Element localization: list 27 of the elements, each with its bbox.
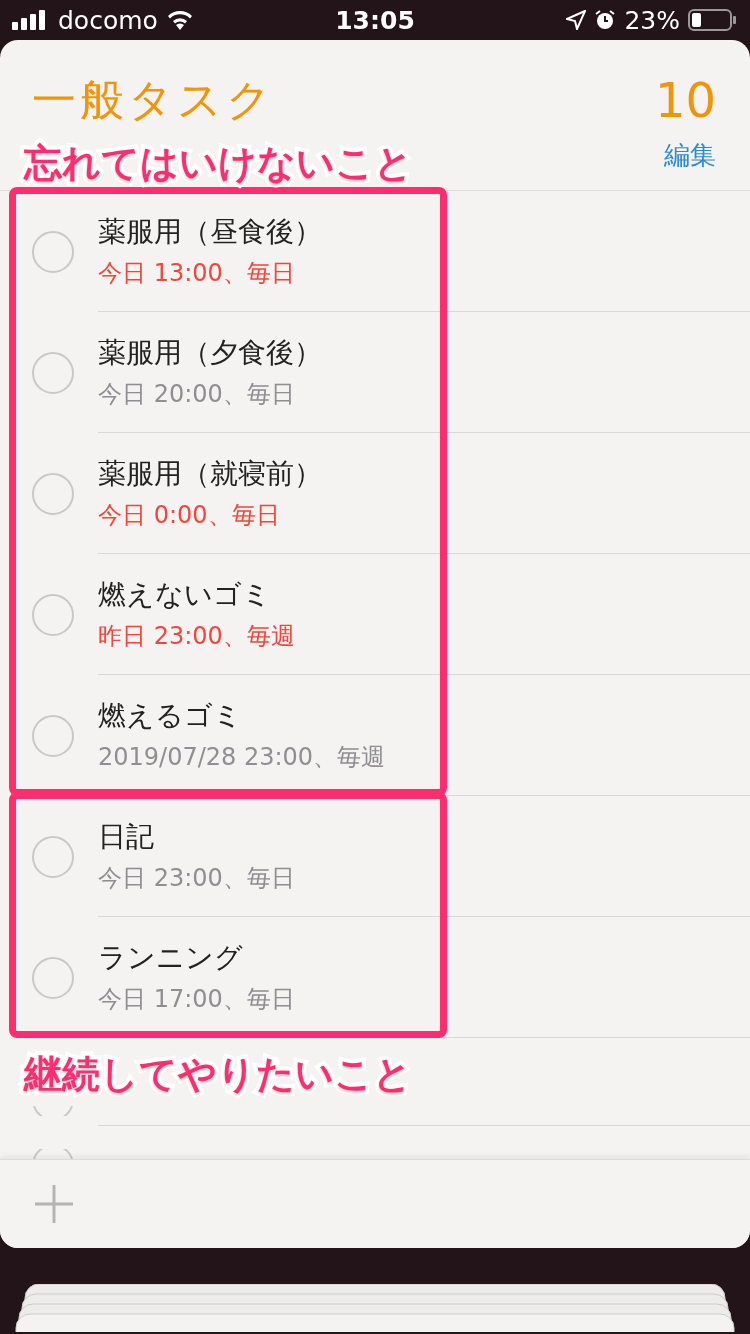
task-due: 2019/07/28 23:00、毎週 — [98, 742, 387, 773]
task-title: 燃えるゴミ — [98, 698, 243, 734]
task-title: 燃えないゴミ — [98, 577, 272, 613]
task-title: 日記 — [98, 819, 155, 855]
battery-percent: 23% — [624, 5, 680, 35]
task-due: 今日 13:00、毎日 — [98, 258, 296, 289]
task-title: 薬服用（昼食後） — [98, 214, 323, 250]
carrier-name: docomo — [58, 5, 158, 35]
task-due: 今日 17:00、毎日 — [98, 984, 296, 1015]
task-due: 今日 20:00、毎日 — [98, 379, 296, 410]
alarm-clock-icon — [594, 9, 617, 31]
task-due: 昨日 23:00、毎週 — [98, 621, 296, 652]
task-title: 薬服用（就寝前） — [98, 456, 323, 492]
task-due: 今日 23:00、毎日 — [98, 863, 296, 894]
task-title: 薬服用（夕食後） — [98, 335, 323, 371]
wifi-icon — [165, 10, 194, 30]
battery-icon — [688, 9, 736, 31]
location-arrow-icon — [566, 10, 587, 30]
annotation-label: 忘れてはいけないこと — [24, 141, 413, 185]
clock-time: 13:05 — [334, 5, 416, 35]
task-title: ランニング — [98, 940, 244, 976]
task-due: 今日 0:00、毎日 — [98, 500, 281, 531]
annotation-label: 継続してやりたいこと — [24, 1052, 412, 1096]
edit-button[interactable]: 編集 — [664, 138, 716, 173]
task-count: 10 — [654, 71, 716, 130]
add-icon[interactable] — [34, 1184, 74, 1224]
list-title: 一般タスク — [32, 73, 275, 127]
